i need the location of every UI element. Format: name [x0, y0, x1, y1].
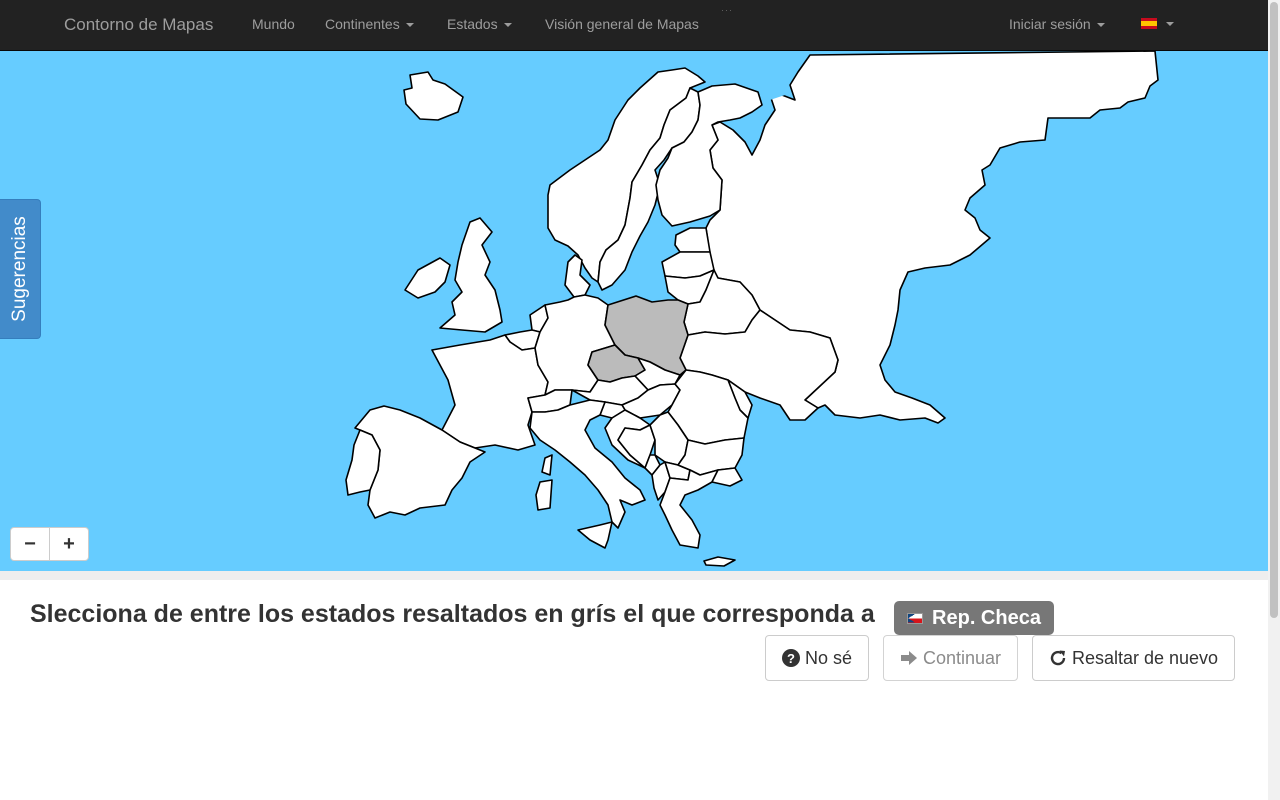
page-scrollbar[interactable] — [1268, 0, 1280, 800]
state-greece[interactable] — [659, 469, 719, 549]
state-france[interactable] — [431, 334, 549, 451]
decor-dots: ··· — [721, 5, 733, 15]
nav-world[interactable]: Mundo — [252, 16, 295, 32]
nav-states-dropdown[interactable]: Estados — [447, 16, 512, 32]
question-prompt: Slecciona de entre los estados resaltado… — [30, 600, 875, 628]
scrollbar-thumb[interactable] — [1270, 2, 1278, 618]
hints-tab[interactable]: Sugerencias — [0, 199, 41, 339]
rehighlight-button[interactable]: Resaltar de nuevo — [1032, 635, 1235, 681]
zoom-out-button[interactable]: − — [11, 528, 49, 560]
caret-down-icon — [503, 23, 512, 28]
state-sicily[interactable] — [577, 521, 613, 549]
state-crete[interactable] — [703, 556, 736, 567]
language-caret-icon[interactable] — [1166, 22, 1174, 26]
dont-know-button[interactable]: ? No sé — [765, 635, 869, 681]
refresh-icon — [1050, 650, 1066, 666]
continue-button[interactable]: Continuar — [883, 635, 1018, 681]
rehighlight-label: Resaltar de nuevo — [1071, 647, 1219, 668]
flag-czech-icon — [907, 612, 924, 624]
login-dropdown[interactable]: Iniciar sesión — [1009, 16, 1105, 32]
state-uk[interactable] — [439, 217, 503, 333]
zoom-in-button[interactable]: + — [49, 528, 88, 560]
state-iceland[interactable] — [403, 71, 464, 121]
dont-know-label: No sé — [804, 647, 853, 668]
question-circle-icon: ? — [781, 649, 800, 667]
brand-link[interactable]: Contorno de Mapas — [64, 15, 213, 35]
svg-text:?: ? — [787, 651, 795, 666]
nav-states-label: Estados — [447, 16, 498, 32]
login-label: Iniciar sesión — [1009, 16, 1091, 32]
europe-map[interactable] — [0, 51, 1268, 571]
state-corsica[interactable] — [541, 454, 553, 476]
state-sardinia[interactable] — [535, 479, 553, 511]
hints-tab-label: Sugerencias — [9, 216, 30, 322]
nav-continents-dropdown[interactable]: Continentes — [325, 16, 414, 32]
top-navbar: Contorno de Mapas Mundo Continentes Esta… — [0, 0, 1268, 51]
nav-maps-overview[interactable]: Visión general de Mapas — [545, 16, 699, 32]
state-ireland[interactable] — [404, 257, 451, 299]
caret-down-icon — [405, 23, 414, 28]
zoom-controls: − + — [10, 527, 89, 561]
caret-down-icon — [1096, 23, 1105, 28]
target-state-name: Rep. Checa — [932, 606, 1041, 629]
state-estonia[interactable] — [674, 227, 711, 253]
map-canvas[interactable] — [0, 51, 1268, 571]
target-state-badge: Rep. Checa — [894, 601, 1054, 635]
continue-label: Continuar — [922, 647, 1002, 668]
map-bottom-divider — [0, 571, 1268, 580]
flag-spain-icon[interactable] — [1141, 18, 1157, 29]
nav-continents-label: Continentes — [325, 16, 400, 32]
arrow-right-icon — [900, 651, 917, 665]
